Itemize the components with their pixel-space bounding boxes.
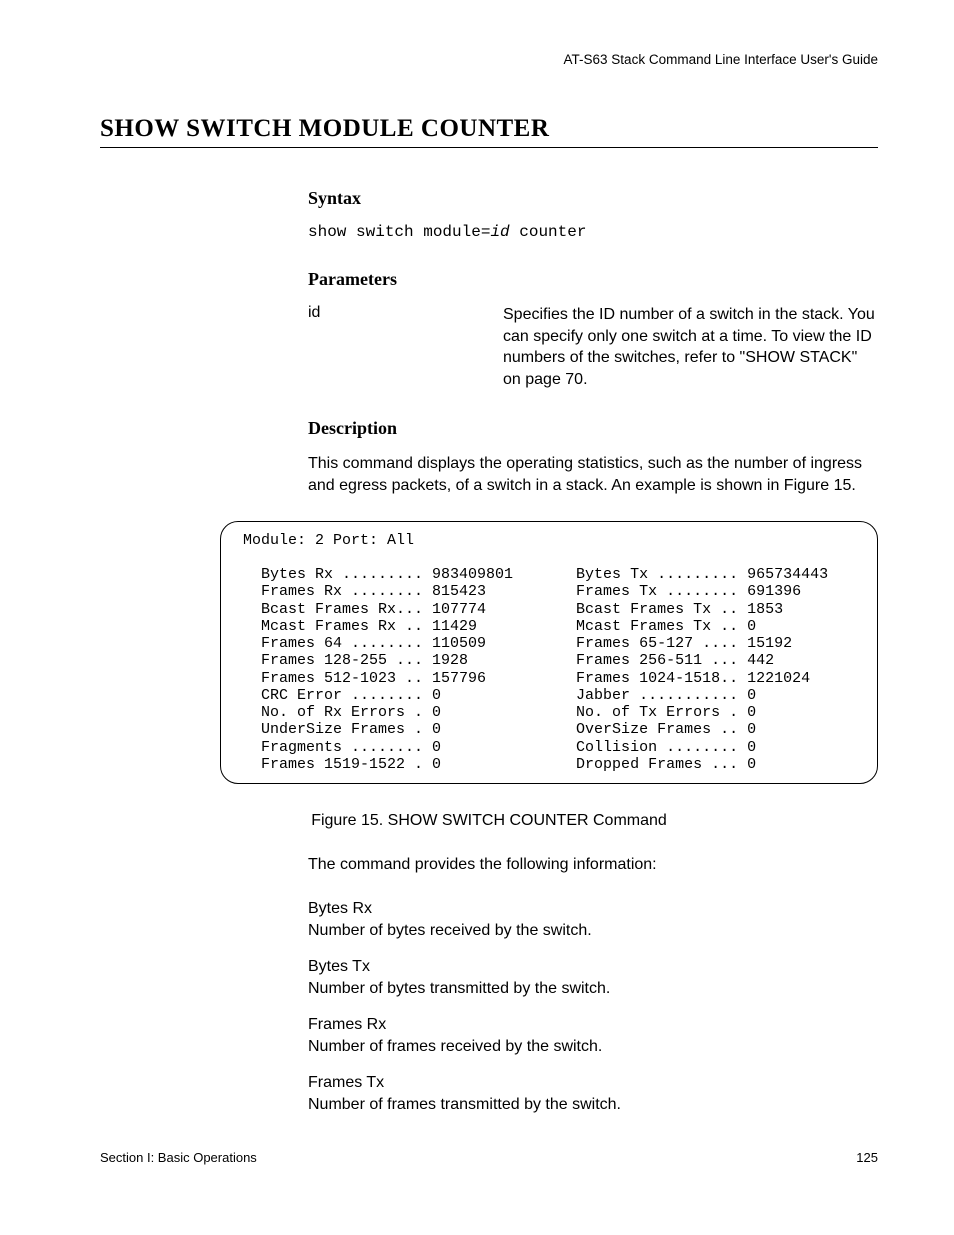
- page-footer: Section I: Basic Operations 125: [100, 1150, 878, 1165]
- syntax-section: Syntax show switch module=id counter: [308, 188, 878, 241]
- title-rule: [100, 147, 878, 148]
- description-heading: Description: [308, 418, 878, 439]
- footer-page-number: 125: [856, 1150, 878, 1165]
- parameter-row: id Specifies the ID number of a switch i…: [308, 304, 878, 390]
- info-item: Frames Tx Number of frames transmitted b…: [308, 1074, 878, 1114]
- info-item: Bytes Tx Number of bytes transmitted by …: [308, 958, 878, 998]
- footer-section: Section I: Basic Operations: [100, 1150, 257, 1165]
- lead-sentence: The command provides the following infor…: [308, 854, 878, 876]
- syntax-heading: Syntax: [308, 188, 878, 209]
- syntax-text-pre: show switch module=: [308, 223, 490, 241]
- running-header: AT-S63 Stack Command Line Interface User…: [100, 52, 878, 67]
- page-title: SHOW SWITCH MODULE COUNTER: [100, 115, 878, 143]
- description-paragraph: This command displays the operating stat…: [308, 453, 878, 496]
- syntax-text-italic: id: [490, 223, 509, 241]
- info-term: Bytes Tx: [308, 958, 878, 976]
- parameter-description: Specifies the ID number of a switch in t…: [503, 304, 878, 390]
- info-desc: Number of bytes received by the switch.: [308, 922, 878, 940]
- info-term: Frames Tx: [308, 1074, 878, 1092]
- info-term: Bytes Rx: [308, 900, 878, 918]
- description-section: Description This command displays the op…: [308, 418, 878, 496]
- syntax-command: show switch module=id counter: [308, 223, 878, 241]
- figure-caption: Figure 15. SHOW SWITCH COUNTER Command: [100, 812, 878, 830]
- info-desc: Number of bytes transmitted by the switc…: [308, 980, 878, 998]
- page: AT-S63 Stack Command Line Interface User…: [0, 0, 954, 1235]
- figure-panel: Module: 2 Port: All Bytes Rx ......... 9…: [220, 521, 878, 785]
- syntax-text-post: counter: [510, 223, 587, 241]
- info-item: Frames Rx Number of frames received by t…: [308, 1016, 878, 1056]
- info-desc: Number of frames transmitted by the swit…: [308, 1096, 878, 1114]
- info-term: Frames Rx: [308, 1016, 878, 1034]
- info-item: Bytes Rx Number of bytes received by the…: [308, 900, 878, 940]
- info-desc: Number of frames received by the switch.: [308, 1038, 878, 1056]
- parameters-section: Parameters id Specifies the ID number of…: [308, 269, 878, 390]
- parameter-term: id: [308, 304, 503, 390]
- explanation-section: The command provides the following infor…: [308, 854, 878, 1114]
- parameters-heading: Parameters: [308, 269, 878, 290]
